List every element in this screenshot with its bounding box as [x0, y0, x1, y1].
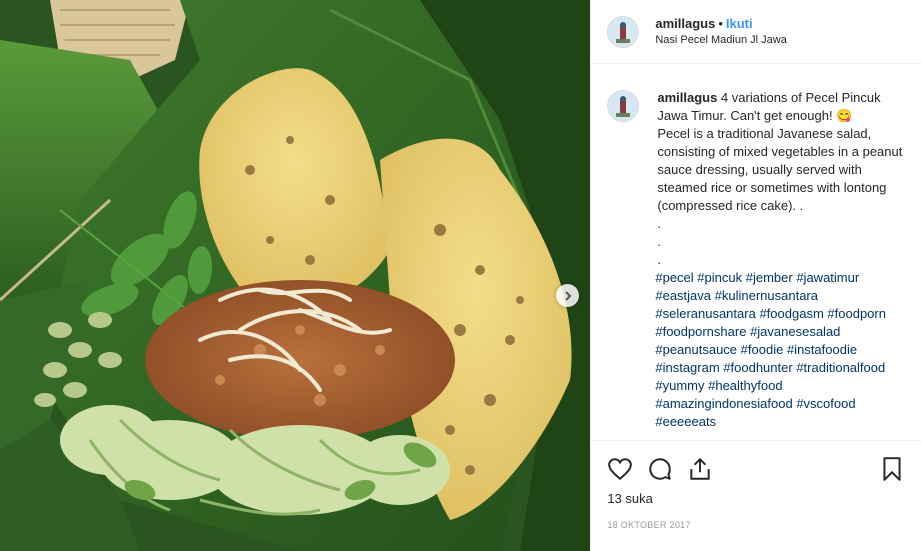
- caption-body: 4 variations of Pecel Pincuk Jawa Timur.…: [657, 90, 903, 267]
- hashtag-link[interactable]: #traditionalfood: [796, 360, 885, 375]
- hashtag-link[interactable]: #eastjava: [655, 288, 711, 303]
- hashtag-link[interactable]: #healthyfood: [708, 378, 782, 393]
- caption-row: amillagus 4 variations of Pecel Pincuk J…: [591, 65, 921, 269]
- hashtag-link[interactable]: #foodporn: [827, 306, 886, 321]
- avatar[interactable]: [607, 15, 640, 48]
- hashtag-link[interactable]: #amazingindonesiafood: [655, 396, 792, 411]
- hashtag-link[interactable]: #foodpornshare: [655, 324, 746, 339]
- location-link[interactable]: Nasi Pecel Madiun Jl Jawa: [655, 32, 786, 49]
- hashtag-link[interactable]: #seleranusantara: [655, 306, 755, 321]
- hashtag-link[interactable]: #peanutsauce: [655, 342, 737, 357]
- hashtag-link[interactable]: #kulinernusantara: [715, 288, 818, 303]
- hashtag-link[interactable]: #instagram: [655, 360, 719, 375]
- post-photo[interactable]: [0, 0, 591, 551]
- hashtag-link[interactable]: #jawatimur: [796, 270, 859, 285]
- next-photo-button[interactable]: [556, 284, 579, 307]
- post-header: amillagus • Ikuti Nasi Pecel Madiun Jl Jaw…: [591, 0, 921, 64]
- user-avatar-icon: [608, 16, 639, 47]
- hashtag-link[interactable]: #foodhunter: [723, 360, 792, 375]
- post-actions: 13 suka 18 OKTOBER 2017: [591, 440, 921, 530]
- post-sidebar: amillagus • Ikuti Nasi Pecel Madiun Jl Jaw…: [590, 0, 921, 551]
- caption-avatar[interactable]: [607, 90, 640, 122]
- hashtag-link[interactable]: #jember: [746, 270, 793, 285]
- caption-area: amillagus 4 variations of Pecel Pincuk J…: [591, 65, 921, 440]
- hashtag-link[interactable]: #vscofood: [796, 396, 855, 411]
- instagram-post: amillagus • Ikuti Nasi Pecel Madiun Jl Jaw…: [0, 0, 921, 551]
- hashtag-link[interactable]: #instafoodie: [787, 342, 857, 357]
- hashtag-link[interactable]: #eeeeeats: [655, 414, 716, 429]
- separator-dot: •: [718, 15, 723, 31]
- hashtag-link[interactable]: #javanesesalad: [750, 324, 840, 339]
- header-text: amillagus • Ikuti Nasi Pecel Madiun Jl Jaw…: [655, 15, 786, 49]
- comment-bubble-icon[interactable]: [647, 456, 673, 482]
- follow-button[interactable]: Ikuti: [726, 16, 753, 31]
- hashtag-link[interactable]: #foodgasm: [759, 306, 823, 321]
- hashtag-link[interactable]: #yummy: [655, 378, 704, 393]
- action-icons: [591, 441, 921, 483]
- share-icon[interactable]: [687, 456, 713, 482]
- post-date[interactable]: 18 OKTOBER 2017: [591, 506, 921, 530]
- hashtag-link[interactable]: #foodie: [741, 342, 784, 357]
- bookmark-icon[interactable]: [879, 456, 905, 482]
- caption-text-block: amillagus 4 variations of Pecel Pincuk J…: [657, 89, 905, 269]
- chevron-right-icon: [564, 290, 571, 301]
- caption-username-link[interactable]: amillagus: [657, 90, 717, 105]
- heart-icon[interactable]: [607, 456, 633, 482]
- hashtag-list: #pecel #pincuk #jember #jawatimur #eastj…: [655, 269, 905, 431]
- user-avatar-icon: [608, 91, 639, 121]
- username-link[interactable]: amillagus: [655, 16, 715, 31]
- like-count[interactable]: 13 suka: [591, 483, 921, 506]
- hashtag-link[interactable]: #pecel: [655, 270, 693, 285]
- food-photo-illustration: [0, 0, 591, 551]
- hashtag-link[interactable]: #pincuk: [697, 270, 742, 285]
